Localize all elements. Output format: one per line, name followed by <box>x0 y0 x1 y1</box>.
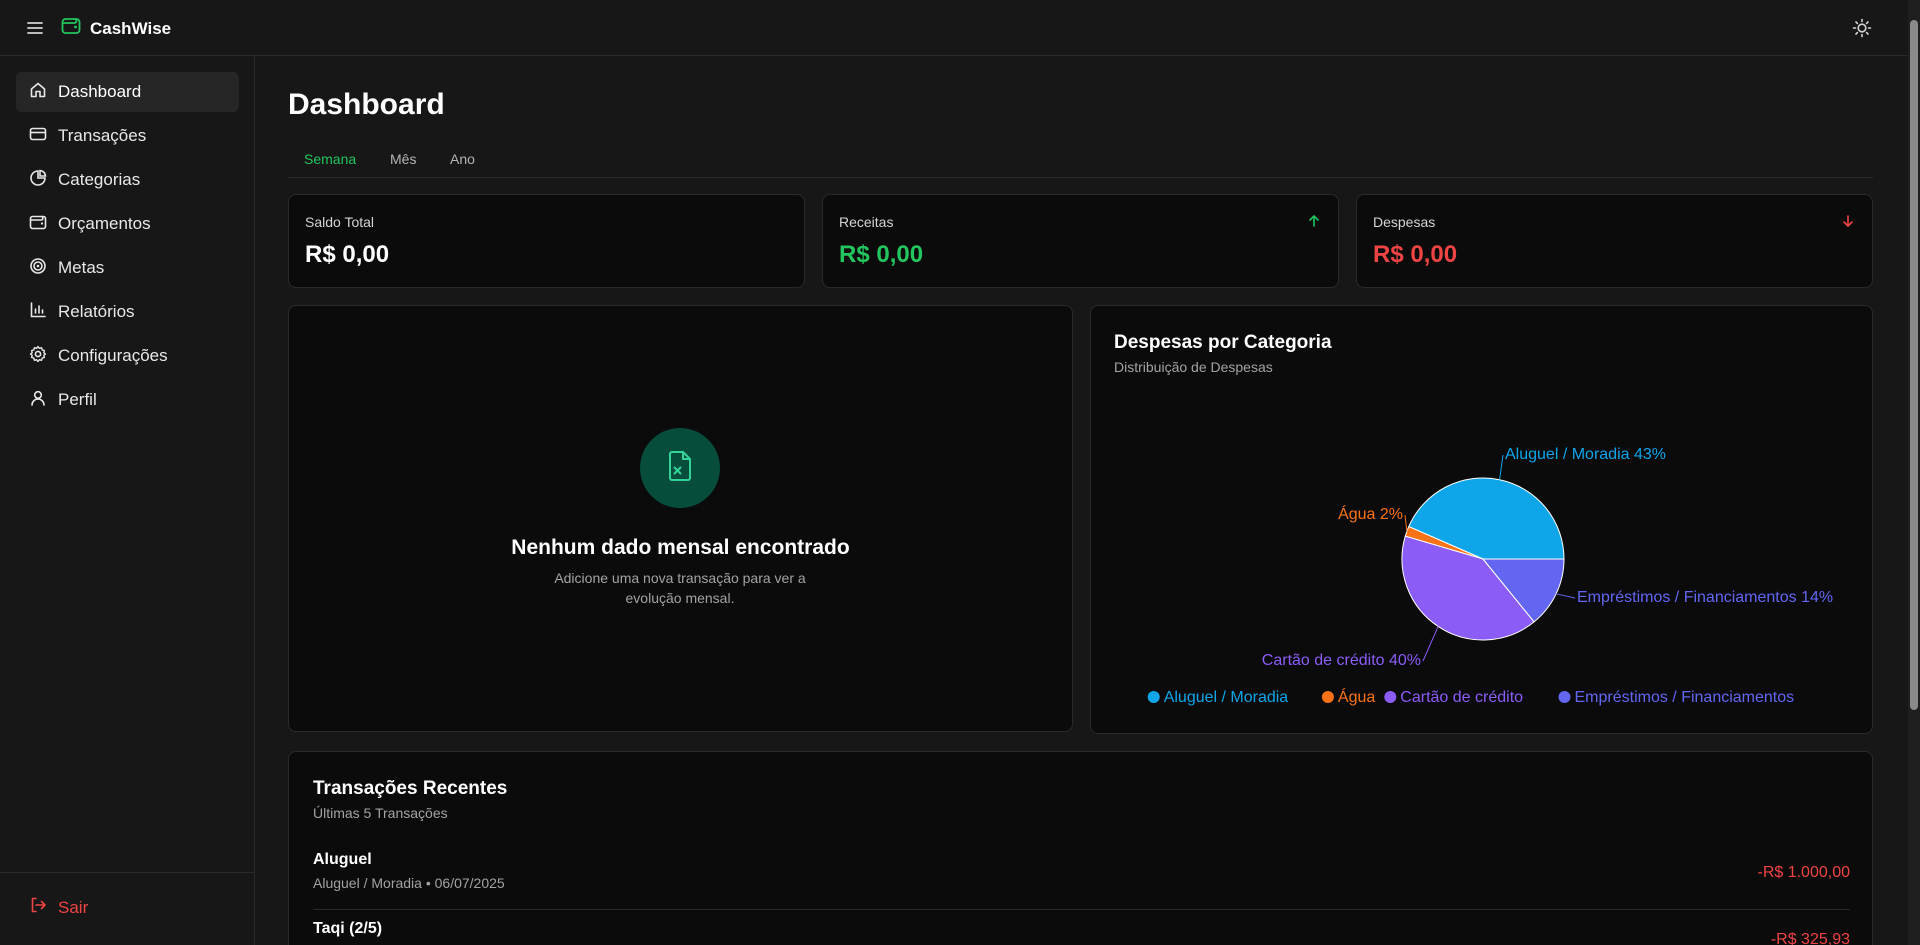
pie-chart: Aluguel / Moradia 43% Água 2% Cartão de cr… <box>1147 446 1833 706</box>
transaction-amount: -R$ 1.000,00 <box>1757 864 1850 881</box>
sidebar-item-label: Orçamentos <box>58 214 151 233</box>
pie-leader-line-0 <box>1499 454 1504 480</box>
pie-slice-label-3: Empréstimos / Financiamentos 14% <box>1577 589 1833 606</box>
empty-state-subtitle: Adicione uma nova transação para ver a e… <box>554 570 806 606</box>
stat-label: Saldo Total <box>305 214 375 230</box>
logout-button[interactable]: Sair <box>28 895 88 920</box>
legend-swatch <box>1147 691 1160 703</box>
top-bar: CashWise <box>0 0 1908 56</box>
legend-item-2[interactable]: Cartão de crédito <box>1384 689 1523 706</box>
chart-legend: Aluguel / Moradia Água Cartão de crédito Em… <box>1147 687 1795 706</box>
stat-value: R$ 0,00 <box>305 241 390 268</box>
legend-item-3[interactable]: Empréstimos / Financiamentos <box>1558 689 1795 706</box>
sidebar-item-label: Transações <box>58 126 147 145</box>
stat-card-expenses: Despesas R$ 0,00 <box>1356 194 1873 288</box>
pie-chart-icon <box>28 168 48 193</box>
pie-slice-label-0: Aluguel / Moradia 43% <box>1505 446 1666 463</box>
transaction-name: Aluguel <box>313 851 372 868</box>
wallet-icon <box>28 212 48 237</box>
sidebar-item-reports[interactable]: Relatórios <box>16 292 239 332</box>
sidebar-item-label: Categorias <box>58 170 141 189</box>
tab-year[interactable]: Ano <box>450 151 475 167</box>
recent-transactions-card: Transações Recentes Últimas 5 Transações… <box>288 751 1873 945</box>
stat-label: Receitas <box>839 214 894 230</box>
transaction-amount: -R$ 325,93 <box>1770 931 1850 945</box>
sidebar-item-goals[interactable]: Metas <box>16 248 239 288</box>
arrow-up-icon <box>1306 213 1322 234</box>
sidebar-footer: Sair <box>0 872 255 945</box>
table-row[interactable]: Aluguel Aluguel / Moradia • 06/07/2025 -… <box>313 851 1850 911</box>
logout-icon <box>28 895 48 920</box>
monthly-evolution-card: Nenhum dado mensal encontrado Adicione u… <box>288 305 1073 732</box>
pie-leader-line-2 <box>1422 626 1439 662</box>
home-icon <box>28 80 48 105</box>
sidebar-item-label: Relatórios <box>58 302 135 321</box>
legend-label: Cartão de crédito <box>1400 689 1523 706</box>
legend-swatch <box>1558 691 1571 703</box>
arrow-down-icon <box>1840 213 1856 234</box>
menu-icon[interactable] <box>24 17 46 39</box>
table-row[interactable]: Taqi (2/5) -R$ 325,93 <box>313 920 1850 945</box>
sidebar-item-label: Metas <box>58 258 105 277</box>
pie-leader-line-1 <box>1404 514 1408 532</box>
legend-swatch <box>1384 691 1397 703</box>
logout-label: Sair <box>58 897 89 917</box>
empty-state-badge <box>640 428 720 508</box>
tab-month[interactable]: Mês <box>390 151 416 167</box>
tab-week[interactable]: Semana <box>304 151 356 167</box>
file-x-icon <box>662 448 698 489</box>
sidebar-item-settings[interactable]: Configurações <box>16 336 239 376</box>
bar-chart-icon <box>28 300 48 325</box>
recent-transactions-title: Transações Recentes <box>313 778 508 799</box>
sun-icon[interactable] <box>1851 17 1873 39</box>
stat-card-income: Receitas R$ 0,00 <box>822 194 1339 288</box>
sidebar: Dashboard Transações Categorias Orçament… <box>0 56 255 945</box>
legend-label: Empréstimos / Financiamentos <box>1575 689 1795 706</box>
pie-slice-label-1: Água 2% <box>1338 504 1403 523</box>
recent-transactions-subtitle: Últimas 5 Transações <box>313 805 448 821</box>
row-divider <box>313 909 1850 910</box>
sidebar-item-label: Configurações <box>58 346 168 365</box>
page-title: Dashboard <box>288 88 445 121</box>
sidebar-item-dashboard[interactable]: Dashboard <box>16 72 239 112</box>
sidebar-item-budgets[interactable]: Orçamentos <box>16 204 239 244</box>
sidebar-item-transactions[interactable]: Transações <box>16 116 239 156</box>
target-icon <box>28 256 48 281</box>
scrollbar[interactable] <box>1908 0 1920 945</box>
sidebar-item-profile[interactable]: Perfil <box>16 380 239 420</box>
pie-leader-line-3 <box>1556 593 1576 599</box>
stat-value: R$ 0,00 <box>839 241 924 268</box>
pie-slice-label-2: Cartão de crédito 40% <box>1262 652 1421 669</box>
wallet-logo-icon <box>60 15 82 42</box>
expenses-by-category-card: Despesas por Categoria Distribuição de D… <box>1090 305 1873 734</box>
sidebar-item-label: Dashboard <box>58 82 142 101</box>
gear-icon <box>28 344 48 369</box>
empty-state-title: Nenhum dado mensal encontrado <box>511 536 850 559</box>
period-tabs: Semana Mês Ano <box>288 148 1873 178</box>
legend-item-0[interactable]: Aluguel / Moradia <box>1147 689 1289 706</box>
brand[interactable]: CashWise <box>60 15 171 42</box>
legend-label: Aluguel / Moradia <box>1164 689 1289 706</box>
stat-value: R$ 0,00 <box>1373 241 1458 268</box>
user-icon <box>28 388 48 413</box>
legend-swatch <box>1321 691 1334 703</box>
app-name: CashWise <box>90 18 172 38</box>
legend-label: Água <box>1338 687 1375 706</box>
sidebar-item-label: Perfil <box>58 390 97 409</box>
sidebar-item-categories[interactable]: Categorias <box>16 160 239 200</box>
legend-item-1[interactable]: Água <box>1321 687 1375 706</box>
transaction-meta: Aluguel / Moradia • 06/07/2025 <box>313 875 505 891</box>
scrollbar-thumb[interactable] <box>1910 20 1918 710</box>
transaction-name: Taqi (2/5) <box>313 920 383 937</box>
stat-label: Despesas <box>1373 214 1436 230</box>
credit-card-icon <box>28 124 48 149</box>
stat-card-balance: Saldo Total R$ 0,00 <box>288 194 805 288</box>
